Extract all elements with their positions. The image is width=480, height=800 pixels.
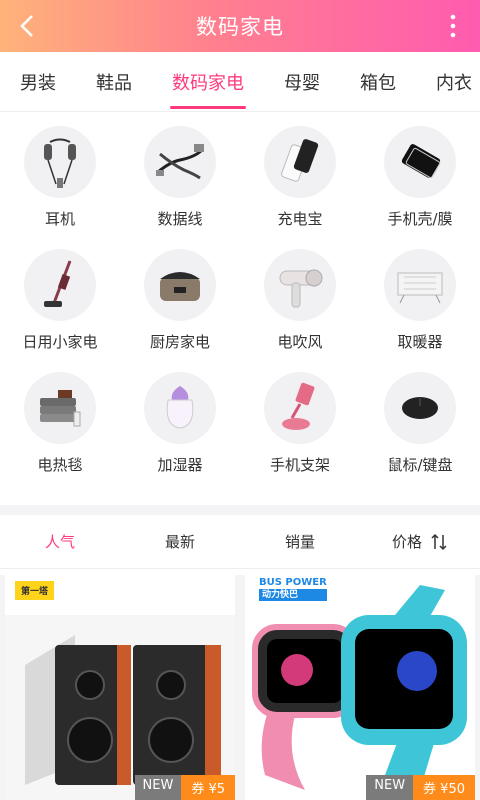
earphones-icon bbox=[24, 126, 96, 198]
category-mouse-keyboard[interactable]: 鼠标/键盘 bbox=[360, 372, 480, 477]
active-tab-indicator bbox=[170, 105, 246, 109]
heater-icon bbox=[384, 249, 456, 321]
category-label: 手机壳/膜 bbox=[387, 210, 453, 228]
sort-label: 价格 bbox=[391, 533, 422, 551]
category-label: 电吹风 bbox=[277, 333, 323, 351]
category-hair-dryer[interactable]: 电吹风 bbox=[240, 249, 360, 354]
product-badges: NEW 券 ¥50 bbox=[366, 775, 475, 800]
tab-menswear[interactable]: 男装 bbox=[20, 69, 56, 95]
phone-case-icon bbox=[384, 126, 456, 198]
rice-cooker-icon bbox=[144, 249, 216, 321]
product-card[interactable]: BUS POWER 动力快巴 NEW 券 ¥50 bbox=[245, 575, 475, 800]
brand-tag: 第一塔 bbox=[15, 581, 55, 600]
category-phone-case[interactable]: 手机壳/膜 bbox=[360, 126, 480, 231]
more-vertical-icon bbox=[450, 14, 456, 38]
sort-newest[interactable]: 最新 bbox=[120, 531, 240, 552]
humidifier-icon bbox=[144, 372, 216, 444]
product-card[interactable]: 第一塔 NEW 券 ¥5 bbox=[5, 575, 235, 800]
category-grid: 耳机 数据线 充电宝 手机壳/膜 日用小家电 厨房家电 电吹风 取暖器 电热毯 … bbox=[0, 126, 480, 477]
category-label: 鼠标/键盘 bbox=[387, 456, 453, 474]
category-label: 数据线 bbox=[157, 210, 203, 228]
chevron-left-icon bbox=[20, 15, 33, 37]
category-heater[interactable]: 取暖器 bbox=[360, 249, 480, 354]
tab-label: 男装 bbox=[20, 72, 56, 94]
category-label: 充电宝 bbox=[277, 210, 323, 228]
category-electric-blanket[interactable]: 电热毯 bbox=[0, 372, 120, 477]
brand-sub: 动力快巴 bbox=[259, 589, 327, 601]
app-header: 数码家电 bbox=[0, 0, 480, 52]
back-button[interactable] bbox=[12, 10, 42, 42]
brand-tag: BUS POWER 动力快巴 bbox=[259, 577, 327, 601]
data-cable-icon bbox=[144, 126, 216, 198]
brand-name: BUS POWER bbox=[259, 577, 327, 588]
vacuum-icon bbox=[24, 249, 96, 321]
page-title: 数码家电 bbox=[196, 15, 284, 39]
sort-label: 最新 bbox=[164, 533, 195, 551]
category-data-cable[interactable]: 数据线 bbox=[120, 126, 240, 231]
sort-sales[interactable]: 销量 bbox=[240, 531, 360, 552]
category-label: 加湿器 bbox=[157, 456, 203, 474]
phone-stand-icon bbox=[264, 372, 336, 444]
tab-shoes[interactable]: 鞋品 bbox=[96, 69, 132, 95]
section-divider bbox=[0, 505, 480, 515]
category-label: 厨房家电 bbox=[149, 333, 210, 351]
electric-blanket-icon bbox=[24, 372, 96, 444]
category-power-bank[interactable]: 充电宝 bbox=[240, 126, 360, 231]
new-badge: NEW bbox=[134, 775, 182, 800]
tab-label: 数码家电 bbox=[172, 72, 244, 94]
tab-digital-appliances[interactable]: 数码家电 bbox=[170, 69, 246, 109]
category-earphones[interactable]: 耳机 bbox=[0, 126, 120, 231]
sort-arrows-icon bbox=[431, 533, 447, 550]
tab-underwear[interactable]: 内衣 bbox=[436, 69, 472, 95]
tab-baby[interactable]: 母婴 bbox=[284, 69, 320, 95]
tab-label: 内衣 bbox=[436, 72, 472, 94]
product-badges: NEW 券 ¥5 bbox=[134, 775, 235, 800]
category-kitchen-appliances[interactable]: 厨房家电 bbox=[120, 249, 240, 354]
sort-popular[interactable]: 人气 bbox=[0, 531, 120, 552]
tab-label: 母婴 bbox=[284, 72, 320, 94]
category-phone-stand[interactable]: 手机支架 bbox=[240, 372, 360, 477]
tab-label: 鞋品 bbox=[96, 72, 132, 94]
coupon-badge: 券 ¥50 bbox=[413, 775, 475, 800]
category-label: 手机支架 bbox=[269, 456, 330, 474]
smartwatch-image bbox=[252, 585, 467, 790]
sort-bar: 人气 最新 销量 价格 bbox=[0, 515, 480, 569]
category-small-appliances[interactable]: 日用小家电 bbox=[0, 249, 120, 354]
tab-label: 箱包 bbox=[360, 72, 396, 94]
category-tabs: 男装 鞋品 数码家电 母婴 箱包 内衣 bbox=[0, 52, 480, 112]
more-button[interactable] bbox=[438, 10, 468, 42]
category-label: 取暖器 bbox=[397, 333, 443, 351]
sort-label: 销量 bbox=[284, 533, 315, 551]
category-humidifier[interactable]: 加湿器 bbox=[120, 372, 240, 477]
category-label: 电热毯 bbox=[37, 456, 83, 474]
mouse-icon bbox=[384, 372, 456, 444]
hair-dryer-icon bbox=[264, 249, 336, 321]
category-label: 耳机 bbox=[44, 210, 75, 228]
coupon-badge: 券 ¥5 bbox=[181, 775, 235, 800]
product-list: 第一塔 NEW 券 ¥5 BUS POWER 动力快巴 NEW 券 ¥50 bbox=[0, 575, 480, 800]
new-badge: NEW bbox=[366, 775, 414, 800]
speakers-image bbox=[5, 615, 235, 800]
category-label: 日用小家电 bbox=[22, 333, 98, 351]
sort-price[interactable]: 价格 bbox=[360, 531, 480, 552]
power-bank-icon bbox=[264, 126, 336, 198]
sort-label: 人气 bbox=[44, 533, 75, 551]
tab-bags[interactable]: 箱包 bbox=[360, 69, 396, 95]
